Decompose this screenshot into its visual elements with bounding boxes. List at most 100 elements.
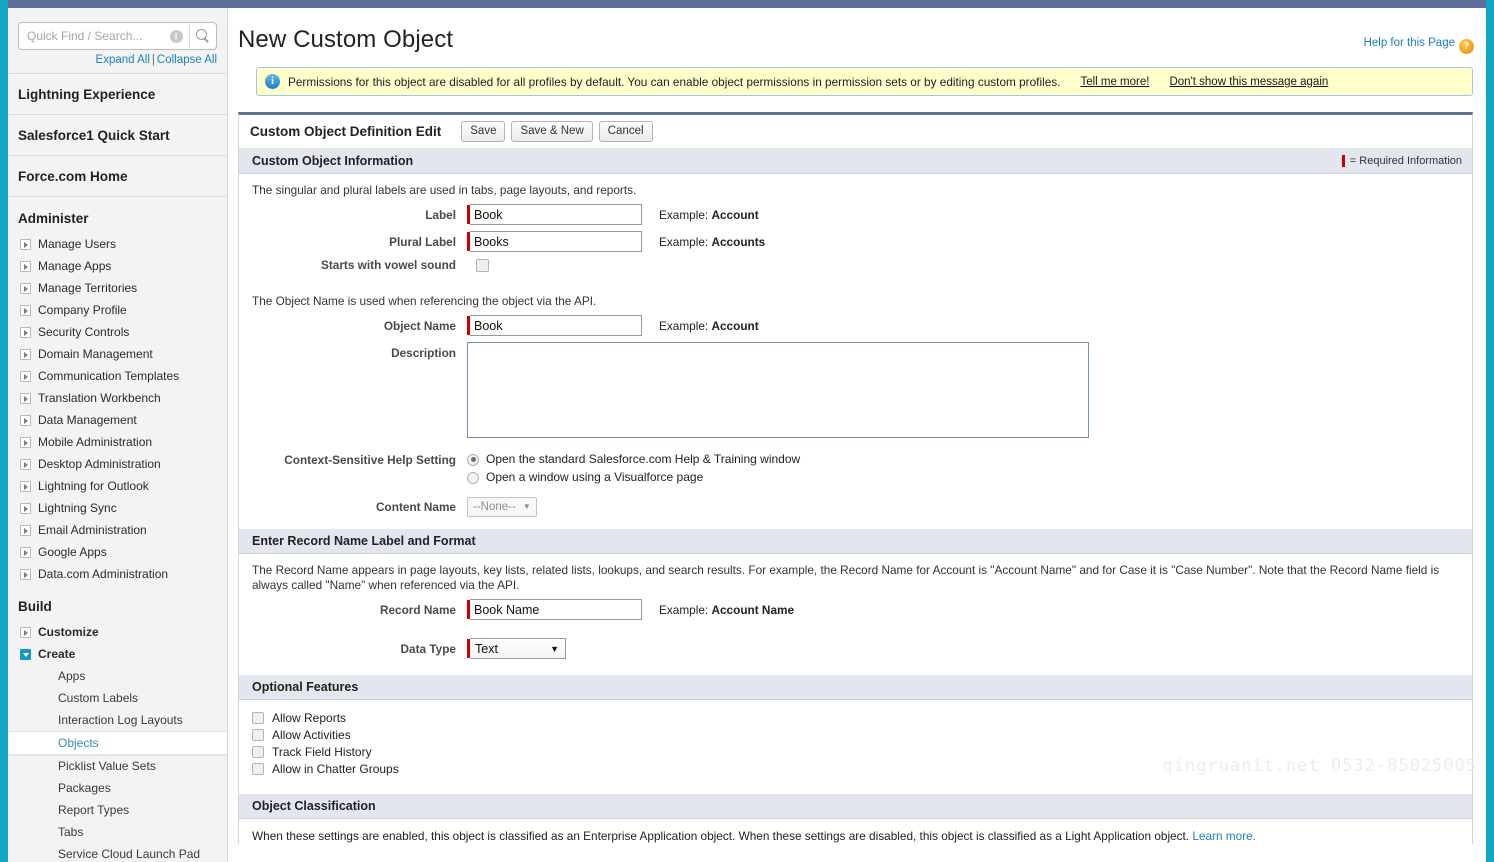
description-field-label: Description bbox=[391, 346, 456, 360]
sidebar-item-security-controls[interactable]: Security Controls bbox=[8, 321, 227, 343]
label-field-control bbox=[467, 204, 642, 225]
help-setting-option-visualforce[interactable]: Open a window using a Visualforce page bbox=[467, 470, 800, 485]
sidebar-item-report-types[interactable]: Report Types bbox=[8, 799, 227, 821]
search-icon[interactable] bbox=[190, 23, 216, 49]
object-name-field-control bbox=[467, 315, 642, 336]
chevron-right-icon[interactable] bbox=[20, 260, 31, 272]
chevron-right-icon[interactable] bbox=[20, 502, 31, 514]
label-field-label: Label bbox=[425, 207, 456, 222]
chevron-right-icon[interactable] bbox=[20, 326, 31, 338]
checkbox-label: Allow in Chatter Groups bbox=[272, 762, 399, 776]
record-name-input[interactable] bbox=[470, 599, 642, 620]
help-for-this-page[interactable]: Help for this Page? bbox=[1364, 37, 1474, 54]
sidebar-item-picklist-value-sets[interactable]: Picklist Value Sets bbox=[8, 755, 227, 777]
radio-unselected-icon[interactable] bbox=[467, 471, 479, 484]
sidebar-item-company-profile[interactable]: Company Profile bbox=[8, 299, 227, 321]
allow-activities-checkbox[interactable] bbox=[252, 729, 264, 741]
section-body-record-name: The Record Name appears in page layouts,… bbox=[239, 554, 1472, 659]
sidebar-item-custom-labels[interactable]: Custom Labels bbox=[8, 687, 227, 709]
chevron-right-icon[interactable] bbox=[20, 568, 31, 580]
starts-with-vowel-checkbox[interactable] bbox=[476, 258, 489, 272]
sidebar-item-label: Data.com Administration bbox=[38, 567, 169, 581]
sidebar-item-create[interactable]: Create bbox=[8, 643, 227, 665]
sidebar-item-lightning-sync[interactable]: Lightning Sync bbox=[8, 497, 227, 519]
field-row-plural-label: Plural Label Example: Accounts bbox=[239, 231, 1472, 252]
chevron-right-icon[interactable] bbox=[20, 238, 31, 250]
chevron-down-icon[interactable] bbox=[20, 648, 31, 660]
sidebar-item-translation-workbench[interactable]: Translation Workbench bbox=[8, 387, 227, 409]
checkbox-row-allow-activities[interactable]: Allow Activities bbox=[239, 728, 1472, 742]
chevron-right-icon[interactable] bbox=[20, 392, 31, 404]
info-icon[interactable]: i bbox=[163, 23, 189, 49]
checkbox-row-allow-reports[interactable]: Allow Reports bbox=[239, 711, 1472, 725]
content-name-value: --None-- bbox=[473, 501, 516, 513]
data-type-select[interactable]: Text ▼ bbox=[470, 638, 566, 659]
sidebar-item-manage-users[interactable]: Manage Users bbox=[8, 233, 227, 255]
sidebar-item-manage-territories[interactable]: Manage Territories bbox=[8, 277, 227, 299]
plural-label-input[interactable] bbox=[470, 231, 642, 252]
sidebar-item-lightning-for-outlook[interactable]: Lightning for Outlook bbox=[8, 475, 227, 497]
save-button[interactable]: Save bbox=[461, 121, 506, 142]
checkbox-label: Track Field History bbox=[272, 745, 372, 759]
sidebar-item-packages[interactable]: Packages bbox=[8, 777, 227, 799]
expand-all-link[interactable]: Expand All bbox=[96, 54, 150, 66]
tell-me-more-link[interactable]: Tell me more! bbox=[1080, 76, 1149, 88]
chevron-right-icon[interactable] bbox=[20, 458, 31, 470]
dont-show-again-link[interactable]: Don't show this message again bbox=[1169, 76, 1328, 88]
description-textarea[interactable] bbox=[467, 342, 1089, 438]
chevron-down-icon: ▼ bbox=[522, 502, 531, 511]
sidebar-section-lightning-experience[interactable]: Lightning Experience bbox=[8, 73, 227, 115]
object-name-field-label: Object Name bbox=[383, 318, 456, 333]
sidebar-item-email-administration[interactable]: Email Administration bbox=[8, 519, 227, 541]
chevron-right-icon[interactable] bbox=[20, 436, 31, 448]
content-name-select[interactable]: --None-- ▼ bbox=[467, 497, 537, 517]
sidebar-item-manage-apps[interactable]: Manage Apps bbox=[8, 255, 227, 277]
sidebar-item-data-com-administration[interactable]: Data.com Administration bbox=[8, 563, 227, 585]
chevron-right-icon[interactable] bbox=[20, 370, 31, 382]
radio-selected-icon[interactable] bbox=[467, 453, 479, 466]
chevron-right-icon[interactable] bbox=[20, 524, 31, 536]
chevron-right-icon[interactable] bbox=[20, 546, 31, 558]
sidebar-item-label: Communication Templates bbox=[38, 369, 180, 383]
chevron-right-icon[interactable] bbox=[20, 414, 31, 426]
allow-reports-checkbox[interactable] bbox=[252, 712, 264, 724]
object-name-input[interactable] bbox=[470, 315, 642, 336]
learn-more-link[interactable]: Learn more. bbox=[1192, 829, 1256, 843]
help-link-text[interactable]: Help for this Page bbox=[1364, 37, 1455, 49]
sidebar-item-mobile-administration[interactable]: Mobile Administration bbox=[8, 431, 227, 453]
collapse-all-link[interactable]: Collapse All bbox=[157, 54, 217, 66]
panel-button-row: Save Save & New Cancel bbox=[461, 121, 653, 142]
cancel-button[interactable]: Cancel bbox=[598, 121, 653, 142]
sidebar-item-service-cloud-launch-pad[interactable]: Service Cloud Launch Pad bbox=[8, 843, 227, 862]
section-title: Object Classification bbox=[252, 799, 376, 813]
sidebar-item-data-management[interactable]: Data Management bbox=[8, 409, 227, 431]
question-mark-icon[interactable]: ? bbox=[1459, 39, 1474, 54]
help-setting-option-standard[interactable]: Open the standard Salesforce.com Help & … bbox=[467, 452, 800, 467]
sidebar-item-google-apps[interactable]: Google Apps bbox=[8, 541, 227, 563]
sidebar-item-interaction-log-layouts[interactable]: Interaction Log Layouts bbox=[8, 709, 227, 731]
sidebar-section-salesforce1-quick-start[interactable]: Salesforce1 Quick Start bbox=[8, 115, 227, 156]
chevron-right-icon[interactable] bbox=[20, 480, 31, 492]
label-input[interactable] bbox=[470, 204, 642, 225]
sidebar-item-communication-templates[interactable]: Communication Templates bbox=[8, 365, 227, 387]
search-input[interactable] bbox=[19, 29, 163, 43]
search-box[interactable]: i bbox=[18, 22, 217, 50]
help-setting-options: Open the standard Salesforce.com Help & … bbox=[467, 452, 800, 488]
help-setting-option-label: Open the standard Salesforce.com Help & … bbox=[486, 452, 801, 466]
sidebar-item-objects[interactable]: Objects bbox=[8, 731, 227, 755]
sidebar-item-domain-management[interactable]: Domain Management bbox=[8, 343, 227, 365]
chevron-right-icon[interactable] bbox=[20, 348, 31, 360]
track-field-history-checkbox[interactable] bbox=[252, 746, 264, 758]
allow-in-chatter-groups-checkbox[interactable] bbox=[252, 763, 264, 775]
save-and-new-button[interactable]: Save & New bbox=[511, 121, 593, 142]
sidebar-item-tabs[interactable]: Tabs bbox=[8, 821, 227, 843]
sidebar-section-force-com-home[interactable]: Force.com Home bbox=[8, 156, 227, 197]
sidebar-item-apps[interactable]: Apps bbox=[8, 665, 227, 687]
sidebar-item-customize[interactable]: Customize bbox=[8, 621, 227, 643]
chevron-right-icon[interactable] bbox=[20, 282, 31, 294]
field-row-object-name: Object Name Example: Account bbox=[239, 315, 1472, 336]
page-root: i Expand All|Collapse All Lightning Expe… bbox=[0, 0, 1494, 862]
sidebar-item-desktop-administration[interactable]: Desktop Administration bbox=[8, 453, 227, 475]
chevron-right-icon[interactable] bbox=[20, 626, 31, 638]
chevron-right-icon[interactable] bbox=[20, 304, 31, 316]
